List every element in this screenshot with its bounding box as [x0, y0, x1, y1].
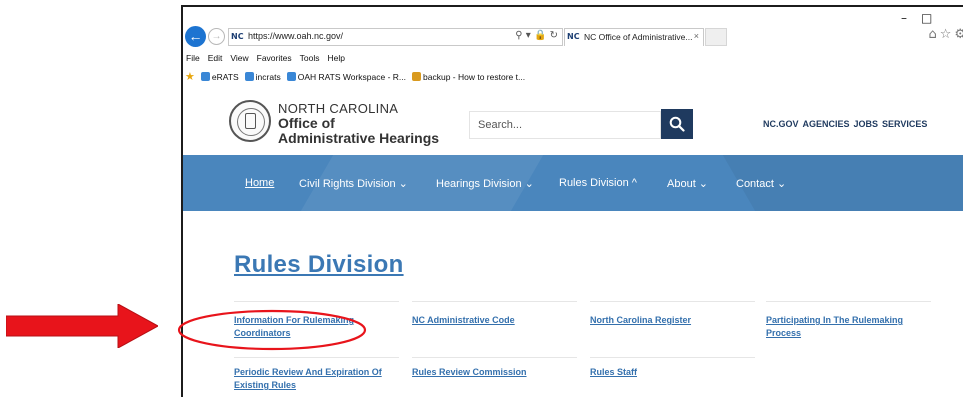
address-bar[interactable]: NC https://www.oah.nc.gov/ ⚲ ▾ 🔒 ↻ [228, 28, 563, 46]
divider [234, 301, 399, 302]
tab-title: NC Office of Administrative... [584, 32, 693, 42]
util-link-agencies[interactable]: AGENCIES [803, 119, 850, 129]
screenshot-stage: – □ ← → NC https://www.oah.nc.gov/ ⚲ ▾ 🔒… [0, 0, 963, 397]
url-text: https://www.oah.nc.gov/ [248, 31, 344, 41]
nc-seal-logo[interactable] [229, 100, 271, 142]
back-arrow-icon: ← [188, 28, 203, 44]
link-rules-staff[interactable]: Rules Staff [590, 366, 637, 379]
search-input[interactable]: Search... [469, 111, 661, 139]
search-icon [669, 116, 685, 132]
favorite-incrats[interactable]: incrats [244, 71, 281, 82]
nav-hearings-division[interactable]: Hearings Division ⌄ [436, 177, 534, 190]
nav-about[interactable]: About ⌄ [667, 177, 708, 190]
favorites-bar: ★ eRATS incrats OAH RATS Workspace - R..… [183, 69, 525, 84]
org-state-name[interactable]: NORTH CAROLINA [278, 101, 398, 116]
favorite-label: OAH RATS Workspace - R... [297, 71, 407, 82]
favorite-backup[interactable]: backup - How to restore t... [412, 72, 525, 82]
favorites-star-icon[interactable]: ★ [185, 70, 195, 83]
ie-page-icon [244, 72, 254, 81]
page-title[interactable]: Rules Division [234, 251, 404, 279]
favorite-label: backup - How to restore t... [423, 71, 526, 82]
link-nc-administrative-code[interactable]: NC Administrative Code [412, 314, 515, 327]
pdf-icon [412, 72, 422, 81]
link-line: NC Administrative Code [412, 315, 515, 325]
tab-favicon-icon: NC [567, 32, 580, 41]
favorite-oah-rats-workspace[interactable]: OAH RATS Workspace - R... [286, 71, 407, 82]
favorite-label: eRATS [211, 71, 239, 82]
link-line: Periodic Review And Expiration Of [234, 367, 382, 377]
org-name-line1: Office of [278, 115, 335, 131]
nav-rules-division[interactable]: Rules Division ^ [559, 177, 637, 189]
org-name-line2: Administrative Hearings [278, 130, 440, 146]
link-line: Process [766, 328, 802, 338]
ie-page-icon [286, 72, 296, 81]
main-navigation: Home Civil Rights Division ⌄ Hearings Di… [183, 155, 963, 211]
search-placeholder: Search... [478, 119, 523, 131]
org-name[interactable]: Office of Administrative Hearings [278, 116, 439, 146]
nav-civil-rights-division[interactable]: Civil Rights Division ⌄ [299, 177, 408, 190]
minimize-button[interactable]: – [901, 11, 907, 25]
new-tab-button[interactable] [705, 28, 727, 46]
address-tools-icons[interactable]: ⚲ ▾ 🔒 ↻ [515, 30, 558, 41]
red-arrow-annotation [6, 304, 158, 348]
nav-home[interactable]: Home [245, 177, 274, 189]
menu-file[interactable]: File [186, 53, 200, 67]
forward-arrow-icon: → [211, 31, 222, 42]
link-line: Rules Review Commission [412, 367, 527, 377]
seal-emblem-icon [245, 113, 256, 129]
tab-oah[interactable]: NC NC Office of Administrative... × [564, 28, 704, 46]
link-participating-rulemaking-process[interactable]: Participating In The Rulemaking Process [766, 314, 903, 340]
nav-contact[interactable]: Contact ⌄ [736, 177, 786, 190]
home-favorites-settings-icons[interactable]: ⌂☆⚙ [928, 27, 963, 42]
menu-tools[interactable]: Tools [300, 53, 320, 67]
site-favicon-icon: NC [231, 32, 244, 41]
utility-links: NC.GOV AGENCIES JOBS SERVICES [763, 119, 927, 129]
util-link-jobs[interactable]: JOBS [854, 119, 879, 129]
divider [590, 357, 755, 358]
divider [412, 301, 577, 302]
menu-help[interactable]: Help [327, 53, 344, 67]
ie-page-icon [200, 72, 210, 81]
link-line: Existing Rules [234, 380, 297, 390]
link-periodic-review-expiration[interactable]: Periodic Review And Expiration Of Existi… [234, 366, 382, 392]
menu-favorites[interactable]: Favorites [257, 53, 292, 67]
red-circle-annotation [177, 309, 367, 351]
search-button[interactable] [661, 109, 693, 139]
menu-view[interactable]: View [230, 53, 248, 67]
tab-close-icon[interactable]: × [694, 31, 699, 41]
favorite-label: incrats [255, 71, 281, 82]
link-line: North Carolina Register [590, 315, 692, 325]
divider [766, 301, 931, 302]
divider [590, 301, 755, 302]
menu-edit[interactable]: Edit [208, 53, 223, 67]
link-line: Rules Staff [590, 367, 638, 377]
util-link-services[interactable]: SERVICES [882, 119, 927, 129]
maximize-button[interactable]: □ [921, 11, 932, 25]
util-link-ncgov[interactable]: NC.GOV [763, 119, 799, 129]
back-button[interactable]: ← [185, 26, 206, 47]
divider [412, 357, 577, 358]
browser-titlebar: – □ ← → NC https://www.oah.nc.gov/ ⚲ ▾ 🔒… [183, 7, 963, 52]
menu-bar: File Edit View Favorites Tools Help [183, 53, 345, 67]
favorite-erats[interactable]: eRATS [200, 71, 239, 82]
link-north-carolina-register[interactable]: North Carolina Register [590, 314, 691, 327]
site-header: NORTH CAROLINA Office of Administrative … [183, 87, 963, 155]
link-rules-review-commission[interactable]: Rules Review Commission [412, 366, 527, 379]
link-line: Participating In The Rulemaking [766, 315, 904, 325]
divider [234, 357, 399, 358]
forward-button[interactable]: → [208, 28, 225, 45]
